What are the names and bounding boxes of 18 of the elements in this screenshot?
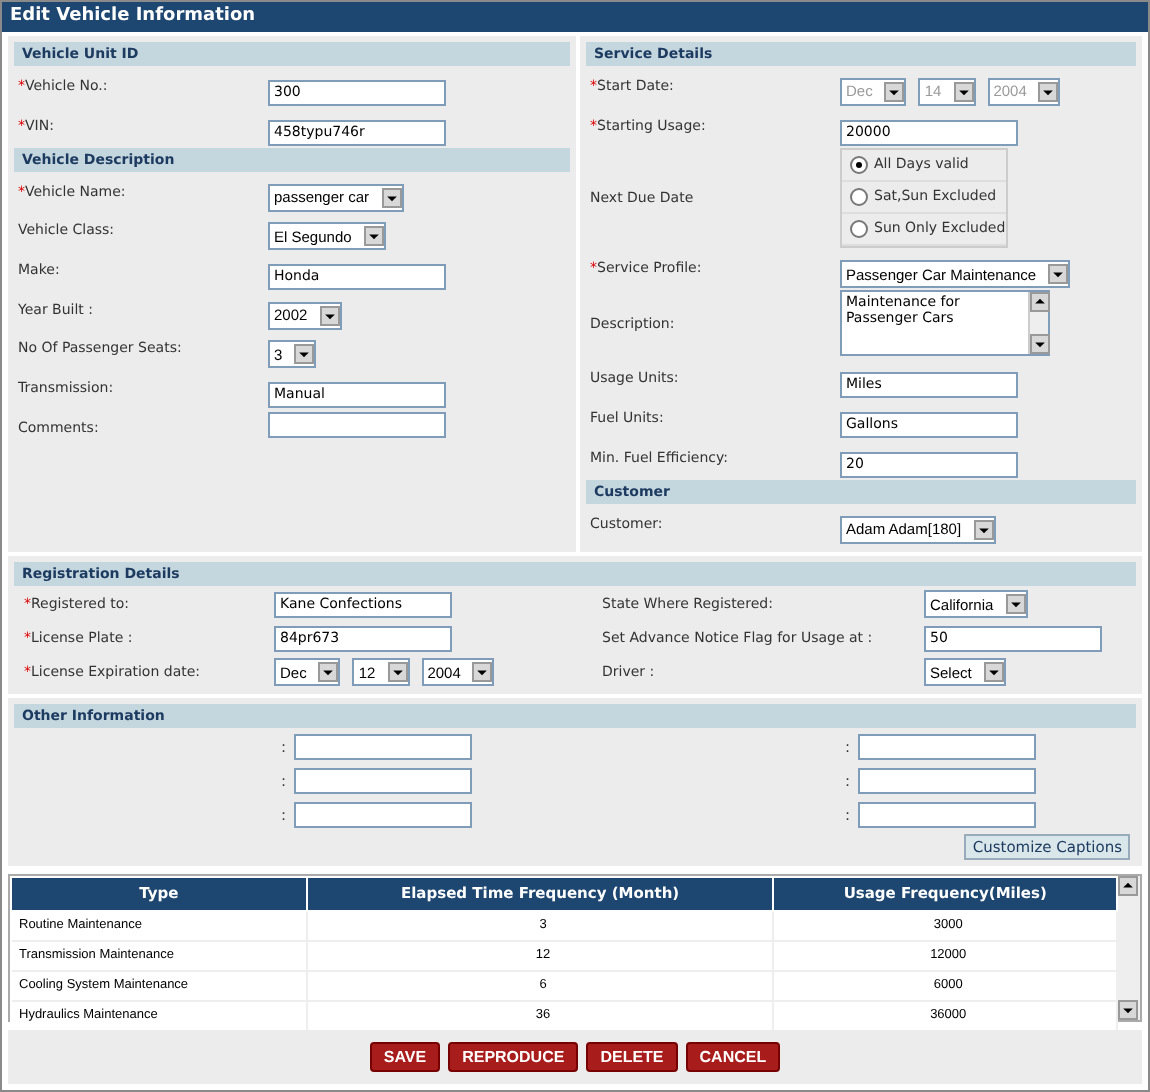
scroll-up-icon[interactable]	[1118, 875, 1138, 895]
window-title: Edit Vehicle Information	[2, 2, 1148, 32]
text-field[interactable]	[858, 733, 1036, 759]
radio-icon[interactable]	[850, 155, 868, 173]
text-field[interactable]	[858, 767, 1036, 793]
text-field[interactable]	[294, 801, 472, 827]
action-button[interactable]: REPRODUCE	[448, 1041, 579, 1072]
radio-icon[interactable]	[850, 219, 868, 237]
text-field[interactable]	[858, 801, 1036, 827]
scrollbar[interactable]	[1118, 875, 1140, 1019]
text-field[interactable]	[268, 412, 446, 438]
scroll-up-icon[interactable]	[1030, 292, 1050, 312]
radio-icon[interactable]	[850, 187, 868, 205]
action-button[interactable]: CANCEL	[685, 1041, 781, 1072]
text-field[interactable]	[294, 733, 472, 759]
action-button[interactable]: DELETE	[586, 1041, 678, 1072]
action-button[interactable]: SAVE	[369, 1041, 441, 1072]
text-field[interactable]	[294, 767, 472, 793]
